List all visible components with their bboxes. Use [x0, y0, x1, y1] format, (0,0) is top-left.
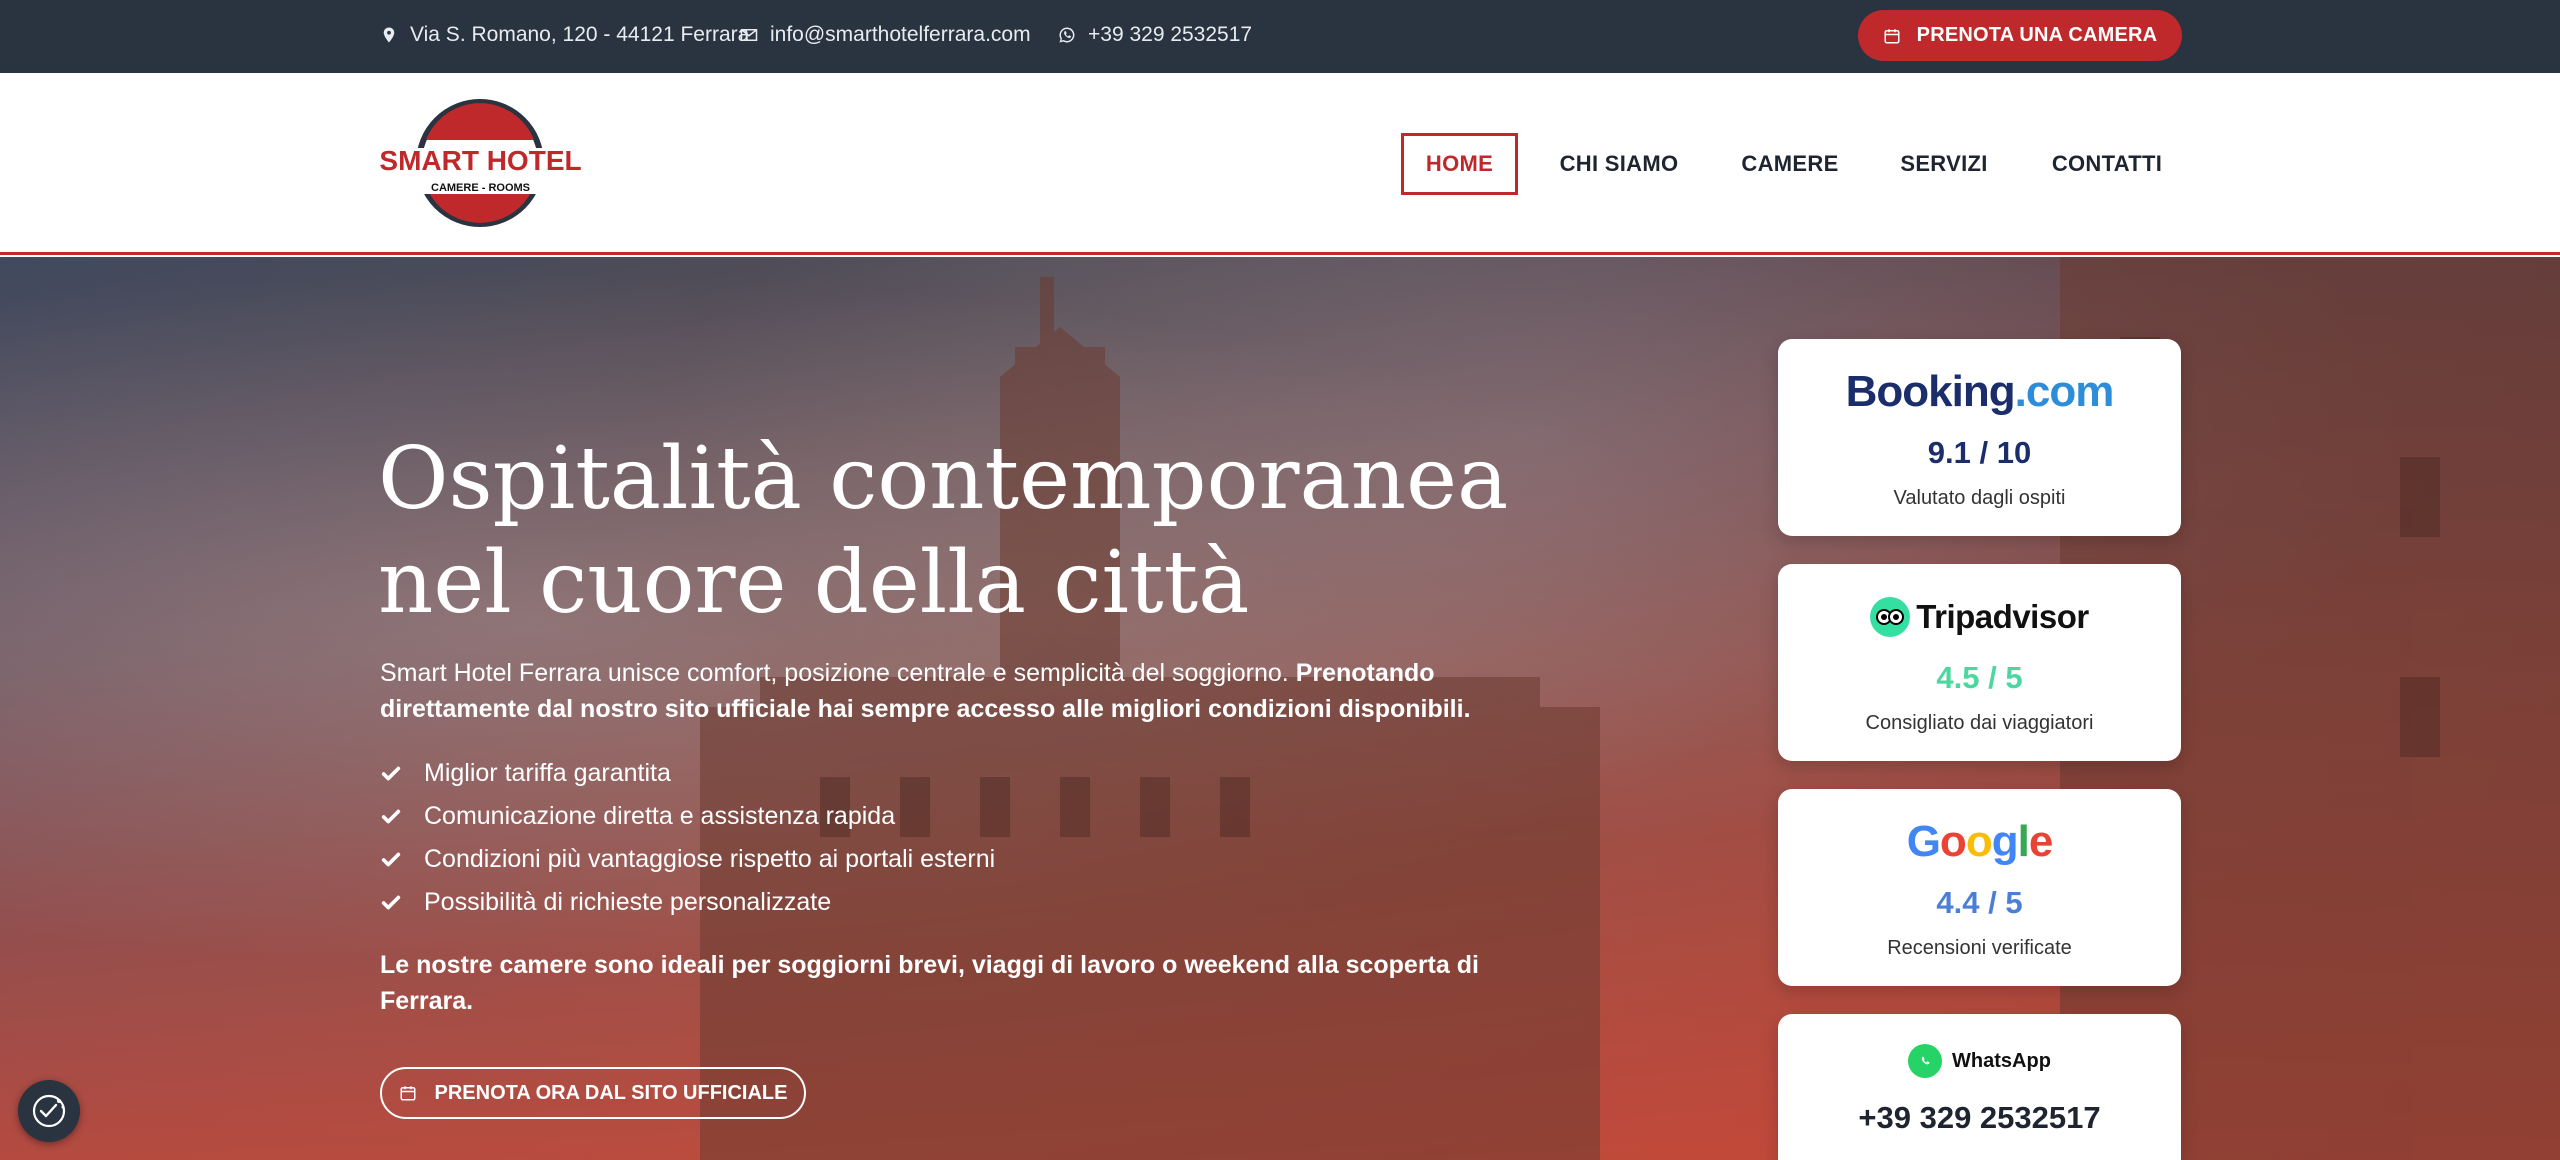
check-icon: [381, 895, 401, 909]
google-logo: Google: [1906, 817, 2054, 867]
calendar-icon: [1884, 28, 1900, 43]
calendar-icon: [400, 1086, 416, 1101]
nav-camere[interactable]: CAMERE: [1740, 133, 1840, 195]
tripadvisor-subtitle: Consigliato dai viaggiatori: [1865, 712, 2094, 734]
tripadvisor-wordmark: Tripadvisor: [1916, 598, 2089, 635]
booking-logo-dot: .com: [2014, 367, 2115, 416]
nav-home[interactable]: HOME: [1401, 133, 1518, 195]
nav-servizi[interactable]: SERVIZI: [1898, 133, 1990, 195]
smart-hotel-logo[interactable]: SMART HOTEL CAMERE - ROOMS: [378, 98, 583, 228]
benefits-list: Miglior tariffa garantita Comunicazione …: [380, 752, 995, 924]
google-subtitle: Recensioni verificate: [1887, 937, 2072, 959]
google-review-card[interactable]: Google 4.4 / 5 Recensioni verificate: [1778, 789, 2181, 986]
check-icon: [381, 809, 401, 823]
whatsapp-icon: [1059, 27, 1075, 43]
booking-logo-main: Booking: [1845, 367, 2016, 416]
hero-title: Ospitalità contemporanea nel cuore della…: [378, 429, 1509, 633]
google-letter: o: [1939, 817, 1967, 866]
address-text: Via S. Romano, 120 - 44121 Ferrara: [410, 23, 750, 46]
tripadvisor-owl-icon: [1870, 597, 1911, 637]
booking-score: 9.1 / 10: [1927, 435, 2032, 470]
email-contact[interactable]: info@smarthotelferrara.com: [740, 0, 1031, 70]
booking-review-card[interactable]: Booking .com 9.1 / 10 Valutato dagli ospi…: [1778, 339, 2181, 536]
tripadvisor-score: 4.5 / 5: [1936, 660, 2023, 695]
cookie-settings-button[interactable]: [18, 1080, 80, 1142]
benefit-text: Miglior tariffa garantita: [424, 759, 671, 787]
map-pin-icon: [383, 27, 395, 43]
booking-subtitle: Valutato dagli ospiti: [1893, 487, 2066, 509]
top-contact-bar: Via S. Romano, 120 - 44121 Ferrara info@…: [0, 0, 2560, 73]
tripadvisor-review-card[interactable]: Tripadvisor 4.5 / 5 Consigliato dai viag…: [1778, 564, 2181, 761]
phone-text: +39 329 2532517: [1088, 23, 1253, 46]
benefit-text: Comunicazione diretta e assistenza rapid…: [424, 802, 896, 830]
hero-note: Le nostre camere sono ideali per soggior…: [380, 951, 1479, 1015]
google-letter: g: [1991, 817, 2019, 866]
envelope-icon: [740, 29, 758, 41]
list-item: Possibilità di richieste personalizzate: [380, 881, 995, 924]
book-official-site-label: PRENOTA ORA DAL SITO UFFICIALE: [434, 1081, 788, 1104]
book-official-site-button[interactable]: PRENOTA ORA DAL SITO UFFICIALE: [380, 1067, 806, 1119]
nav-chi-siamo[interactable]: CHI SIAMO: [1555, 133, 1683, 195]
whatsapp-number: +39 329 2532517: [1858, 1100, 2101, 1135]
logo-tagline: CAMERE - ROOMS: [431, 182, 530, 194]
logo-name: SMART HOTEL: [379, 145, 581, 176]
google-letter: l: [2017, 817, 2030, 866]
google-letter: e: [2028, 817, 2054, 866]
whatsapp-brand: WhatsApp: [1908, 1044, 2051, 1078]
whatsapp-icon: [1908, 1044, 1943, 1078]
whatsapp-card[interactable]: WhatsApp +39 329 2532517: [1778, 1014, 2181, 1160]
phone-contact[interactable]: +39 329 2532517: [1058, 0, 1252, 70]
check-icon: [381, 852, 401, 866]
google-letter: G: [1906, 817, 1941, 866]
check-icon: [381, 766, 401, 780]
cookie-settings-icon: [32, 1094, 66, 1128]
hero-section: Ospitalità contemporanea nel cuore della…: [0, 257, 2560, 1160]
booking-logo: Booking .com: [1845, 367, 2115, 417]
benefit-text: Possibilità di richieste personalizzate: [424, 888, 832, 916]
hero-lead: Smart Hotel Ferrara unisce comfort, posi…: [380, 655, 1490, 727]
google-letter: o: [1965, 817, 1993, 866]
nav-contatti[interactable]: CONTATTI: [2047, 133, 2167, 195]
address-contact[interactable]: Via S. Romano, 120 - 44121 Ferrara: [380, 0, 749, 70]
email-text: info@smarthotelferrara.com: [770, 23, 1031, 46]
benefit-text: Condizioni più vantaggiose rispetto ai p…: [424, 845, 996, 873]
tripadvisor-logo: Tripadvisor: [1870, 592, 2089, 642]
list-item: Comunicazione diretta e assistenza rapid…: [380, 795, 995, 838]
list-item: Condizioni più vantaggiose rispetto ai p…: [380, 838, 995, 881]
list-item: Miglior tariffa garantita: [380, 752, 995, 795]
site-header: SMART HOTEL CAMERE - ROOMS HOME CHI SIAM…: [0, 73, 2560, 255]
book-room-button[interactable]: PRENOTA UNA CAMERA: [1858, 10, 2182, 61]
whatsapp-label: WhatsApp: [1952, 1049, 2051, 1072]
book-room-label: PRENOTA UNA CAMERA: [1916, 24, 2158, 46]
google-score: 4.4 / 5: [1936, 885, 2023, 920]
hero-lead-plain: Smart Hotel Ferrara unisce comfort, posi…: [380, 659, 1296, 687]
